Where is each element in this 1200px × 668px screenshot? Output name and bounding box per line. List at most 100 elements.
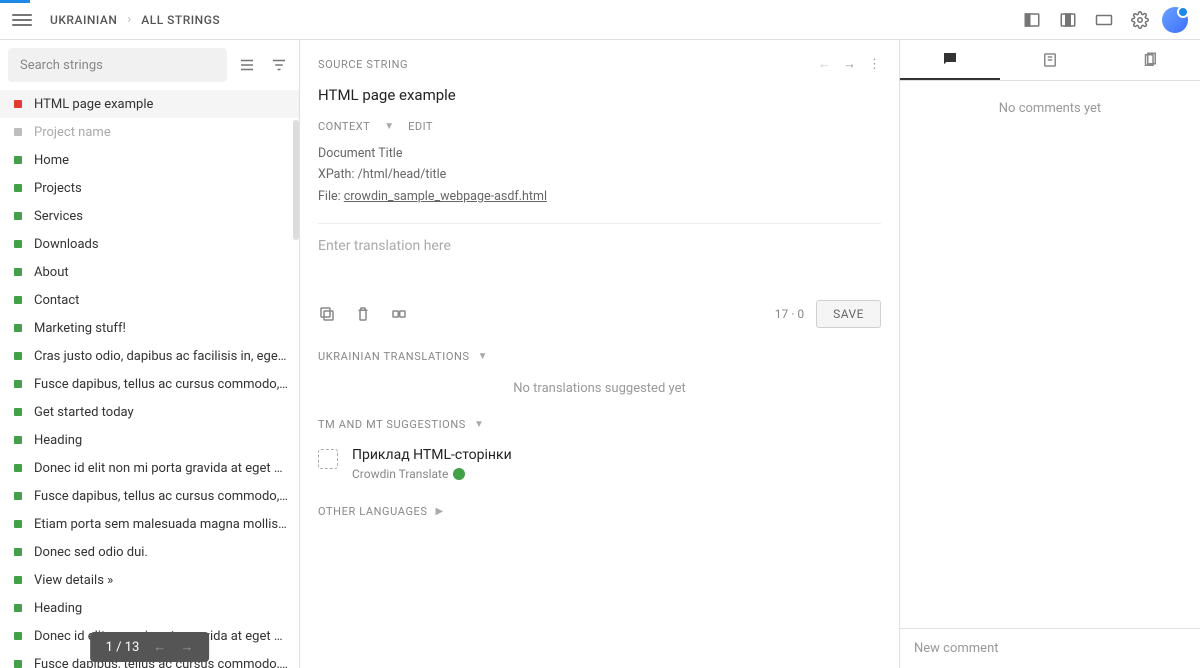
string-row[interactable]: Fusce dapibus, tellus ac cursus commodo,…: [0, 482, 299, 510]
settings-button[interactable]: [1126, 6, 1154, 34]
string-row[interactable]: Donec id elit non mi porta gravida at eg…: [0, 454, 299, 482]
breadcrumb-language[interactable]: UKRAINIAN: [50, 13, 117, 27]
suggestion-item[interactable]: Приклад HTML-сторінки Crowdin Translate: [318, 445, 881, 483]
status-dot: [14, 100, 22, 108]
translations-section-label: UKRAINIAN TRANSLATIONS: [318, 350, 470, 363]
save-button[interactable]: SAVE: [816, 300, 881, 328]
chevron-right-icon: ›: [127, 12, 131, 27]
translation-input[interactable]: [318, 238, 881, 286]
string-text: Cras justo odio, dapibus ac facilisis in…: [34, 349, 289, 364]
prev-string-button[interactable]: ←: [818, 56, 831, 72]
context-title: Document Title: [318, 143, 881, 164]
string-text: View details »: [34, 573, 113, 588]
status-dot: [14, 464, 22, 472]
string-row[interactable]: Etiam porta sem malesuada magna mollis e…: [0, 510, 299, 538]
status-dot: [14, 324, 22, 332]
string-row[interactable]: Get started today: [0, 398, 299, 426]
string-row[interactable]: View details »: [0, 566, 299, 594]
pager-prev-button[interactable]: ←: [153, 639, 166, 655]
pager-next-button[interactable]: →: [180, 639, 193, 655]
keyboard-button[interactable]: [1090, 6, 1118, 34]
next-string-button[interactable]: →: [843, 56, 856, 72]
avatar[interactable]: [1162, 7, 1188, 33]
source-text: HTML page example: [318, 86, 881, 104]
status-dot: [14, 632, 22, 640]
status-dot: [14, 240, 22, 248]
pager: 1 / 13 ← →: [90, 632, 210, 662]
status-dot: [14, 436, 22, 444]
string-row[interactable]: Heading: [0, 426, 299, 454]
string-row[interactable]: About: [0, 258, 299, 286]
context-block: Document Title XPath: /html/head/title F…: [318, 143, 881, 207]
editor-pane: SOURCE STRING ← → ⋮ HTML page example CO…: [300, 40, 900, 668]
string-row[interactable]: Donec sed odio dui.: [0, 538, 299, 566]
string-text: Home: [34, 153, 69, 168]
string-text: Projects: [34, 181, 82, 196]
string-text: Heading: [34, 433, 82, 448]
status-dot: [14, 548, 22, 556]
status-dot: [14, 380, 22, 388]
insert-tag-button[interactable]: [390, 305, 408, 323]
char-count: 17 · 0: [775, 307, 804, 321]
tab-comments[interactable]: [900, 40, 1000, 80]
xpath-value: /html/head/title: [358, 167, 447, 182]
string-text: Project name: [34, 125, 111, 140]
status-dot: [14, 492, 22, 500]
list-view-button[interactable]: [235, 53, 259, 77]
string-text: Services: [34, 209, 83, 224]
string-text: Marketing stuff!: [34, 321, 126, 336]
string-row[interactable]: Marketing stuff!: [0, 314, 299, 342]
breadcrumb-view[interactable]: ALL STRINGS: [141, 13, 220, 27]
chevron-down-icon[interactable]: ▼: [474, 419, 484, 430]
string-row[interactable]: Home: [0, 146, 299, 174]
string-row[interactable]: Projects: [0, 174, 299, 202]
file-link[interactable]: crowdin_sample_webpage-asdf.html: [344, 189, 547, 204]
status-dot: [14, 520, 22, 528]
tab-terms[interactable]: [1000, 40, 1100, 80]
layout-toggle-left-button[interactable]: [1018, 6, 1046, 34]
string-text: Fusce dapibus, tellus ac cursus commodo,…: [34, 377, 289, 392]
verified-icon: [453, 468, 465, 480]
clear-button[interactable]: [354, 305, 372, 323]
string-row[interactable]: Cras justo odio, dapibus ac facilisis in…: [0, 342, 299, 370]
scrollbar[interactable]: [293, 120, 299, 240]
file-label: File:: [318, 189, 341, 204]
context-label: CONTEXT: [318, 120, 370, 133]
layout-toggle-center-button[interactable]: [1054, 6, 1082, 34]
status-dot: [14, 268, 22, 276]
string-row[interactable]: Downloads: [0, 230, 299, 258]
copy-source-button[interactable]: [318, 305, 336, 323]
chevron-right-icon[interactable]: ▶: [436, 506, 444, 517]
string-row[interactable]: Services: [0, 202, 299, 230]
tm-section-label: TM AND MT SUGGESTIONS: [318, 418, 466, 431]
status-dot: [14, 212, 22, 220]
string-row[interactable]: Contact: [0, 286, 299, 314]
tab-file[interactable]: [1100, 40, 1200, 80]
more-button[interactable]: ⋮: [868, 57, 881, 72]
string-text: Donec sed odio dui.: [34, 545, 148, 560]
comments-empty: No comments yet: [900, 81, 1200, 628]
status-dot: [14, 128, 22, 136]
edit-context-button[interactable]: EDIT: [408, 120, 433, 133]
string-row[interactable]: Heading: [0, 594, 299, 622]
string-text: HTML page example: [34, 97, 153, 112]
pager-label: 1 / 13: [106, 640, 140, 655]
chevron-down-icon[interactable]: ▼: [478, 351, 488, 362]
comments-pane: No comments yet: [900, 40, 1200, 668]
string-text: Etiam porta sem malesuada magna mollis e…: [34, 517, 289, 532]
filter-button[interactable]: [267, 53, 291, 77]
suggestion-text: Приклад HTML-сторінки: [352, 447, 512, 463]
menu-button[interactable]: [12, 10, 32, 30]
string-text: Downloads: [34, 237, 99, 252]
new-comment-input[interactable]: [914, 641, 1186, 656]
string-text: Heading: [34, 601, 82, 616]
strings-sidebar: HTML page example Project name Home Project…: [0, 40, 300, 668]
string-text: Donec id elit non mi porta gravida at eg…: [34, 461, 289, 476]
top-bar: UKRAINIAN › ALL STRINGS: [0, 0, 1200, 40]
string-row[interactable]: Fusce dapibus, tellus ac cursus commodo,…: [0, 370, 299, 398]
source-string-label: SOURCE STRING: [318, 58, 408, 71]
search-input[interactable]: [8, 48, 227, 82]
string-row[interactable]: HTML page example: [0, 90, 299, 118]
translations-empty: No translations suggested yet: [318, 381, 881, 396]
string-row[interactable]: Project name: [0, 118, 299, 146]
